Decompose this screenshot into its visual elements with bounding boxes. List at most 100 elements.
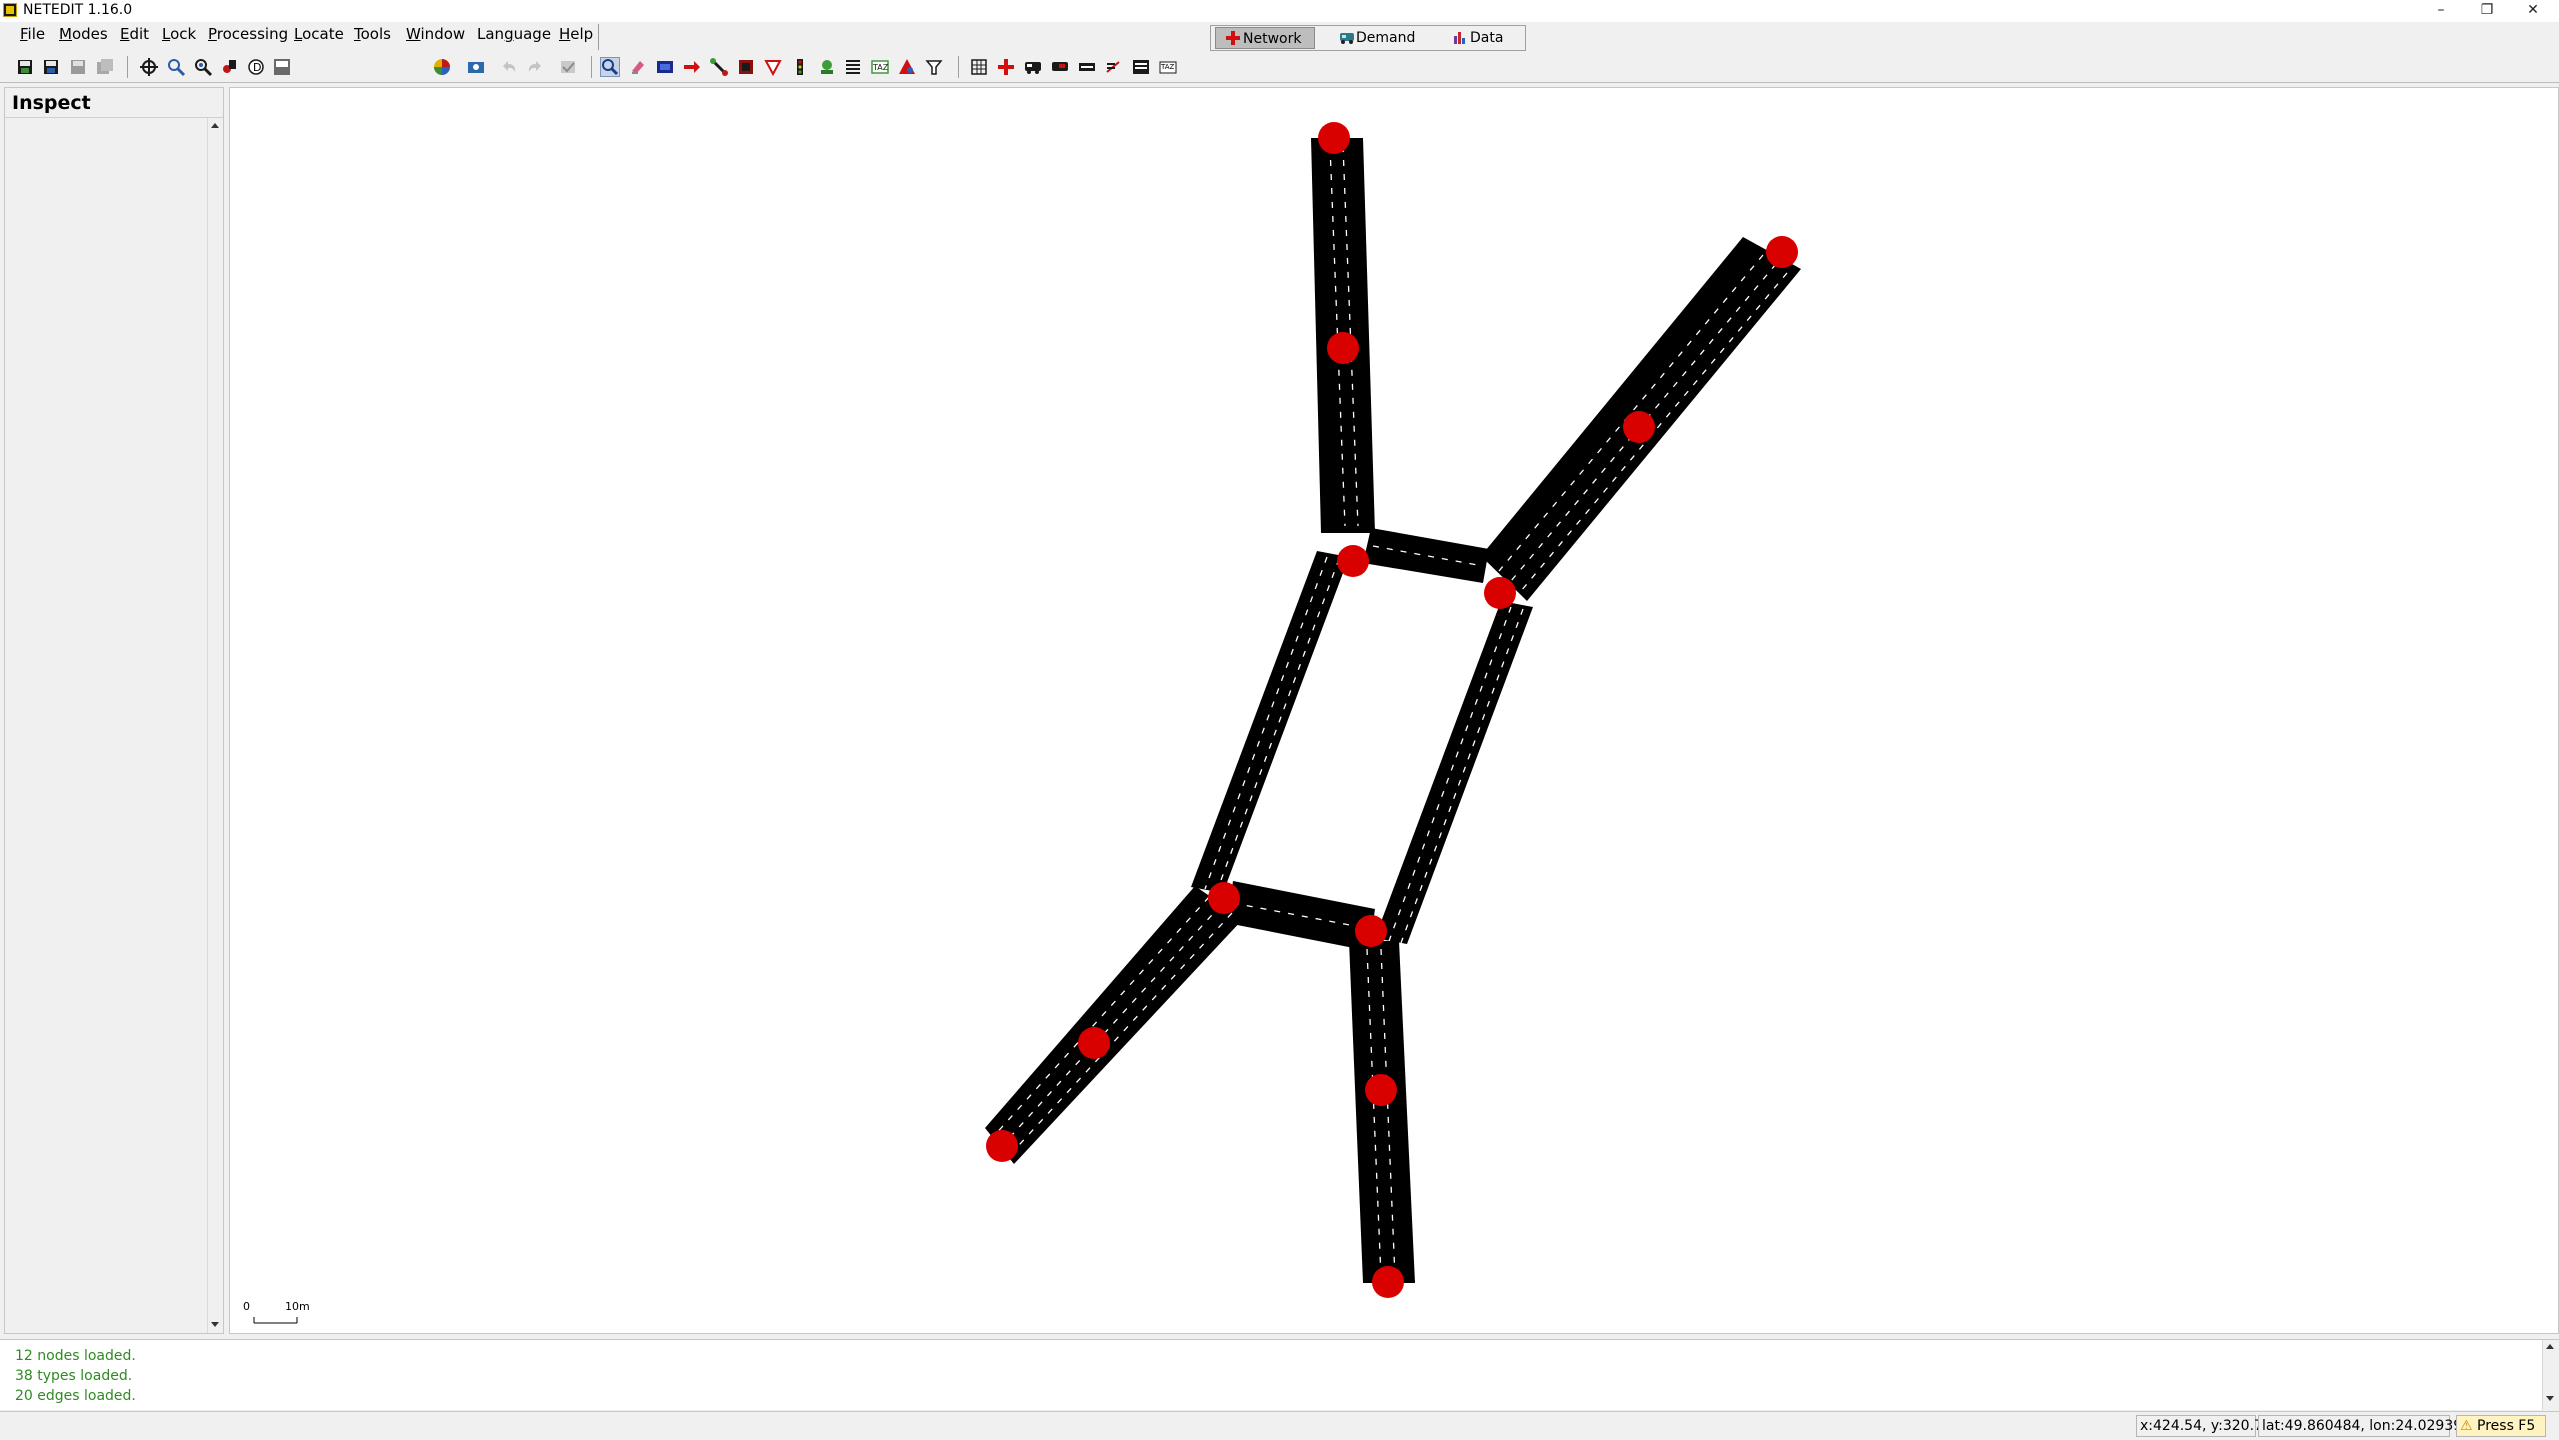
grid-icon[interactable]: [969, 57, 989, 77]
junction-node[interactable]: [1766, 236, 1798, 268]
inspect-frame: Inspect: [4, 87, 224, 1334]
road-edge[interactable]: [1363, 528, 1489, 583]
screenshot-icon[interactable]: [466, 57, 486, 77]
edit-color-scheme-icon[interactable]: [272, 57, 292, 77]
junction-node[interactable]: [1318, 122, 1350, 154]
scroll-up-icon[interactable]: [2546, 1344, 2554, 1349]
status-bar: x:424.54, y:320.71 lat:49.860484, lon:24…: [0, 1411, 2559, 1440]
menu-window[interactable]: Window: [406, 25, 465, 43]
save-disabled-icon[interactable]: [68, 57, 88, 77]
vehicle-icon: [1339, 29, 1354, 44]
minimize-button[interactable]: –: [2419, 0, 2463, 22]
road-edge[interactable]: [1191, 551, 1349, 893]
menu-processing[interactable]: Processing: [208, 25, 288, 43]
junction-node[interactable]: [986, 1130, 1018, 1162]
geo-position: lat:49.860484, lon:24.029395: [2258, 1415, 2471, 1437]
scale-start-label: 0: [243, 1300, 250, 1313]
traffic-light-mode-icon[interactable]: [790, 57, 810, 77]
save-network-icon[interactable]: [41, 57, 61, 77]
menu-edit[interactable]: Edit: [120, 25, 149, 43]
shape-mode-icon[interactable]: [897, 57, 917, 77]
junction-node[interactable]: [1623, 411, 1655, 443]
toggle-option-icon[interactable]: [558, 57, 578, 77]
edit-viewport-icon[interactable]: [220, 57, 240, 77]
menu-modes[interactable]: Modes: [59, 25, 108, 43]
taz-list-icon[interactable]: TAZ: [1158, 57, 1178, 77]
crossing-mode-icon[interactable]: [843, 57, 863, 77]
zoom-icon[interactable]: [166, 57, 186, 77]
menu-tools[interactable]: Tools: [354, 25, 391, 43]
junction-node[interactable]: [1365, 1074, 1397, 1106]
close-button[interactable]: ✕: [2511, 0, 2555, 22]
message-line: 20 edges loaded.: [15, 1388, 136, 1404]
bar-chart-icon: [1453, 29, 1467, 44]
cursor-position: x:424.54, y:320.71: [2136, 1415, 2272, 1437]
edge-list-icon[interactable]: [1131, 57, 1151, 77]
prohibition-mode-icon[interactable]: [763, 57, 783, 77]
warning-icon: ⚠: [2460, 1418, 2473, 1434]
vehicle-toggle-icon[interactable]: [1023, 57, 1043, 77]
save-all-disabled-icon[interactable]: [95, 57, 115, 77]
junction-node[interactable]: [1355, 915, 1387, 947]
road-edge[interactable]: [985, 886, 1243, 1164]
create-edge-mode-icon[interactable]: [709, 57, 729, 77]
menu-separator: [598, 24, 599, 50]
lane-spread-icon[interactable]: [1077, 57, 1097, 77]
edges-layer: [985, 138, 1801, 1283]
scroll-down-icon[interactable]: [2546, 1396, 2554, 1401]
message-scrollbar[interactable]: [2542, 1340, 2559, 1410]
junction-node[interactable]: [1337, 545, 1369, 577]
junction-node[interactable]: [1327, 332, 1359, 364]
main-toolbar: D standard TAZ TAZ: [0, 52, 2559, 129]
delete-mode-icon[interactable]: [628, 57, 648, 77]
junction-node[interactable]: [1484, 577, 1516, 609]
scroll-down-icon[interactable]: [211, 1322, 219, 1327]
move-mode-icon[interactable]: [682, 57, 702, 77]
new-network-icon[interactable]: [15, 57, 35, 77]
road-edge[interactable]: [1227, 881, 1375, 951]
svg-text:TAZ: TAZ: [872, 63, 889, 72]
sidebar-scrollbar[interactable]: [207, 118, 223, 1333]
show-grid-icon[interactable]: D: [246, 57, 266, 77]
network-view: 0 10m: [243, 122, 1801, 1324]
scale-bar: 0 10m: [243, 1300, 310, 1324]
connection-mode-icon[interactable]: [736, 57, 756, 77]
junction-node[interactable]: [1208, 882, 1240, 914]
undo-icon[interactable]: [499, 57, 519, 77]
junction-shape-icon[interactable]: [996, 57, 1016, 77]
network-mode-button[interactable]: Network: [1215, 27, 1315, 49]
scroll-up-icon[interactable]: [211, 123, 219, 128]
menu-help[interactable]: Help: [559, 25, 593, 43]
supermode-selector: Network Demand Data: [1210, 25, 1526, 51]
data-mode-button[interactable]: Data: [1439, 27, 1537, 49]
reload-hint[interactable]: ⚠ Press F5: [2456, 1415, 2546, 1437]
netedit-app-icon: [3, 3, 17, 17]
menu-locate[interactable]: Locate: [294, 25, 344, 43]
toolbar-divider: [0, 82, 2559, 83]
wire-mode-icon[interactable]: [924, 57, 944, 77]
svg-text:TAZ: TAZ: [1160, 63, 1175, 71]
show-demand-icon[interactable]: [1050, 57, 1070, 77]
select-mode-icon[interactable]: [655, 57, 675, 77]
message-line: 38 types loaded.: [15, 1368, 133, 1384]
additional-mode-icon[interactable]: [817, 57, 837, 77]
edit-visualization-icon[interactable]: [432, 57, 452, 77]
message-log: 12 nodes loaded. 38 types loaded. 20 edg…: [0, 1339, 2559, 1410]
junction-node[interactable]: [1078, 1027, 1110, 1059]
edge-direction-icon[interactable]: [1104, 57, 1124, 77]
inspect-mode-icon[interactable]: [600, 57, 620, 77]
network-canvas[interactable]: 0 10m: [229, 87, 2559, 1334]
menu-language[interactable]: Language: [477, 25, 551, 43]
junction-node[interactable]: [1372, 1266, 1404, 1298]
road-edge[interactable]: [1375, 601, 1533, 944]
inspect-title: Inspect: [12, 92, 91, 114]
recenter-view-icon[interactable]: [139, 57, 159, 77]
menu-lock[interactable]: Lock: [162, 25, 196, 43]
menu-file[interactable]: File: [20, 25, 45, 43]
road-edge[interactable]: [1349, 941, 1415, 1283]
restore-button[interactable]: ❐: [2465, 0, 2509, 22]
taz-mode-icon[interactable]: TAZ: [870, 57, 890, 77]
locate-junction-icon[interactable]: [193, 57, 213, 77]
demand-mode-button[interactable]: Demand: [1327, 27, 1439, 49]
redo-icon[interactable]: [525, 57, 545, 77]
